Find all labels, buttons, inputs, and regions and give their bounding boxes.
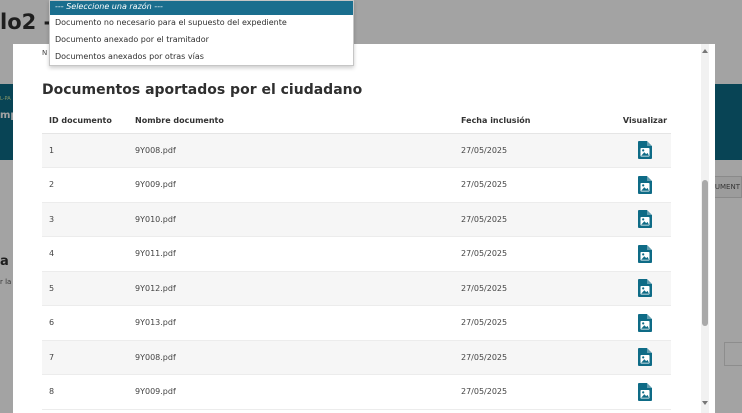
- scroll-up-arrow-icon[interactable]: [701, 46, 709, 56]
- cell-view: [619, 305, 671, 341]
- view-document-icon[interactable]: [634, 381, 656, 403]
- cell-document-name: 9Y012.pdf: [128, 271, 454, 306]
- cell-date: 27/05/2025: [454, 374, 619, 410]
- cell-document-name: 9Y011.pdf: [128, 236, 454, 272]
- dropdown-option-by-processor[interactable]: Documento anexado por el tramitador: [50, 32, 353, 49]
- cell-date: 27/05/2025: [454, 236, 619, 272]
- table-row: 3 9Y010.pdf 27/05/2025: [42, 202, 671, 237]
- view-document-icon[interactable]: [634, 208, 656, 230]
- cell-view: [619, 271, 671, 306]
- cell-document-name: 9Y009.pdf: [128, 167, 454, 203]
- modal-scrollbar-thumb[interactable]: [702, 180, 708, 326]
- table-row: 6 9Y013.pdf 27/05/2025: [42, 305, 671, 341]
- cell-date: 27/05/2025: [454, 133, 619, 168]
- section-title: Documentos aportados por el ciudadano: [42, 82, 363, 98]
- table-row: 5 9Y012.pdf 27/05/2025: [42, 271, 671, 306]
- cell-document-name: 9Y008.pdf: [128, 340, 454, 375]
- table-row: 8 9Y009.pdf 27/05/2025: [42, 374, 671, 410]
- cell-view: [619, 340, 671, 375]
- cell-date: 27/05/2025: [454, 167, 619, 203]
- view-document-icon[interactable]: [634, 277, 656, 299]
- reason-dropdown-list: --- Seleccione una razón --- Documento n…: [49, 0, 354, 66]
- cell-id: 1: [42, 133, 128, 168]
- cell-view: [619, 236, 671, 272]
- cell-id: 2: [42, 167, 128, 203]
- cell-document-name: 9Y009.pdf: [128, 374, 454, 410]
- table-header-row: ID documento Nombre documento Fecha incl…: [42, 109, 671, 134]
- cell-document-name: 9Y010.pdf: [128, 202, 454, 237]
- cell-date: 27/05/2025: [454, 202, 619, 237]
- dropdown-option-placeholder[interactable]: --- Seleccione una razón ---: [50, 1, 353, 15]
- table-body: 1 9Y008.pdf 27/05/2025 2 9Y009.pdf 27/05/2025…: [42, 133, 671, 410]
- table-row: 1 9Y008.pdf 27/05/2025: [42, 133, 671, 168]
- table-row: 4 9Y011.pdf 27/05/2025: [42, 236, 671, 272]
- view-document-icon[interactable]: [634, 346, 656, 368]
- view-document-icon[interactable]: [634, 243, 656, 265]
- cell-id: 7: [42, 340, 128, 375]
- dropdown-option-other-ways[interactable]: Documentos anexados por otras vías: [50, 49, 353, 66]
- view-document-icon[interactable]: [634, 312, 656, 334]
- cell-date: 27/05/2025: [454, 340, 619, 375]
- cell-date: 27/05/2025: [454, 305, 619, 341]
- table-row: 7 9Y008.pdf 27/05/2025: [42, 340, 671, 375]
- cell-id: 8: [42, 374, 128, 410]
- scroll-down-arrow-icon[interactable]: [701, 398, 709, 408]
- cell-id: 5: [42, 271, 128, 306]
- cell-view: [619, 133, 671, 168]
- cell-date: 27/05/2025: [454, 271, 619, 306]
- cell-view: [619, 202, 671, 237]
- cell-id: 3: [42, 202, 128, 237]
- col-header-date[interactable]: Fecha inclusión: [454, 109, 619, 134]
- cell-document-name: 9Y013.pdf: [128, 305, 454, 341]
- cell-id: 4: [42, 236, 128, 272]
- col-header-id[interactable]: ID documento: [42, 109, 128, 134]
- cell-id: 6: [42, 305, 128, 341]
- view-document-icon[interactable]: [634, 139, 656, 161]
- documents-table: ID documento Nombre documento Fecha incl…: [42, 109, 671, 410]
- cell-view: [619, 374, 671, 410]
- table-row: 2 9Y009.pdf 27/05/2025: [42, 167, 671, 203]
- view-document-icon[interactable]: [634, 174, 656, 196]
- col-header-view: Visualizar: [619, 109, 671, 134]
- cell-view: [619, 167, 671, 203]
- col-header-name[interactable]: Nombre documento: [128, 109, 454, 134]
- dropdown-option-not-needed[interactable]: Documento no necesario para el supuesto …: [50, 15, 353, 32]
- documents-modal: N Documentos aportados por el ciudadano …: [13, 44, 715, 413]
- reason-field-label: N: [42, 49, 48, 57]
- cell-document-name: 9Y008.pdf: [128, 133, 454, 168]
